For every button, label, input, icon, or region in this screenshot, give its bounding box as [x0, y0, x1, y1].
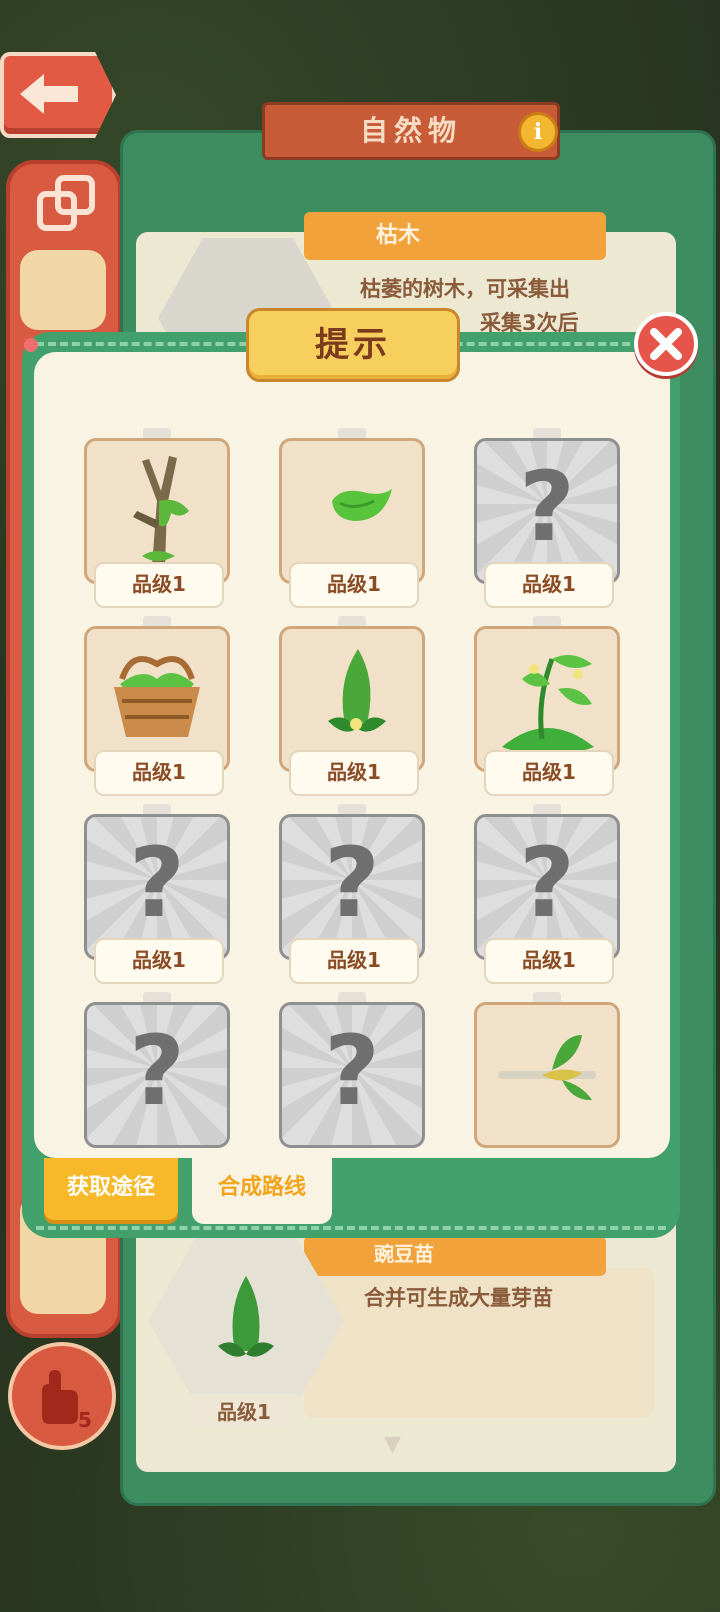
panel-title: 自然物	[262, 102, 560, 160]
item-level-badge: 品级1	[289, 938, 419, 984]
dead-tree-icon	[87, 441, 227, 571]
pea-plant-icon	[477, 629, 617, 769]
unknown-question-icon: ?	[324, 827, 380, 939]
modal-title: 提示	[246, 308, 460, 382]
item-level-badge: 品级1	[484, 938, 614, 984]
info-icon[interactable]: i	[518, 112, 558, 152]
hand-icon	[42, 1370, 78, 1424]
unknown-question-icon: ?	[519, 827, 575, 939]
item-level-badge: 品级1	[484, 750, 614, 796]
item-level-badge: 品级1	[94, 938, 224, 984]
pea-sprout-icon	[282, 441, 422, 571]
item-description: 合并可生成大量芽苗	[364, 1286, 553, 1310]
item-slot[interactable]: ?	[84, 1002, 230, 1148]
item-level-badge: 品级1	[188, 1394, 300, 1430]
hand-button[interactable]	[8, 1342, 116, 1450]
unknown-question-icon: ?	[519, 451, 575, 563]
unknown-question-icon: ?	[129, 827, 185, 939]
sidebar-slot[interactable]	[20, 250, 106, 330]
item-level-badge: 品级1	[289, 562, 419, 608]
item-name-banner: 枯木	[304, 212, 606, 260]
item-level-badge: 品级1	[289, 750, 419, 796]
item-slot[interactable]: ?	[279, 1002, 425, 1148]
tab-get-route[interactable]: 获取途径	[44, 1158, 178, 1220]
scroll-down-icon: ▼	[384, 1432, 401, 1457]
item-name-banner: 豌豆苗	[304, 1236, 606, 1276]
pea-seedling-icon	[282, 629, 422, 759]
pea-branch-icon	[477, 1005, 617, 1115]
unknown-question-icon: ?	[129, 1015, 185, 1127]
hand-count: 5	[78, 1408, 92, 1432]
item-slot[interactable]	[474, 1002, 620, 1148]
pea-basket-icon	[87, 629, 227, 759]
item-grid: 品级1 品级1? 品级1 品级1 品级1 品级1? 品级1? 品级1? 品级1??	[34, 352, 670, 1158]
back-button[interactable]	[0, 52, 116, 138]
unknown-question-icon: ?	[324, 1015, 380, 1127]
modal-dash-border	[36, 1226, 666, 1230]
close-icon	[650, 328, 682, 360]
item-level-badge: 品级1	[94, 562, 224, 608]
back-arrow-icon	[20, 74, 78, 114]
item-description-line: 枯萎的树木，可采集出	[360, 277, 570, 301]
item-level-badge: 品级1	[484, 562, 614, 608]
collection-icon[interactable]	[36, 174, 98, 240]
close-button[interactable]	[634, 312, 698, 376]
item-level-badge: 品级1	[94, 750, 224, 796]
tab-merge-route[interactable]: 合成路线	[192, 1158, 332, 1224]
modal-corner-dot	[24, 338, 38, 352]
